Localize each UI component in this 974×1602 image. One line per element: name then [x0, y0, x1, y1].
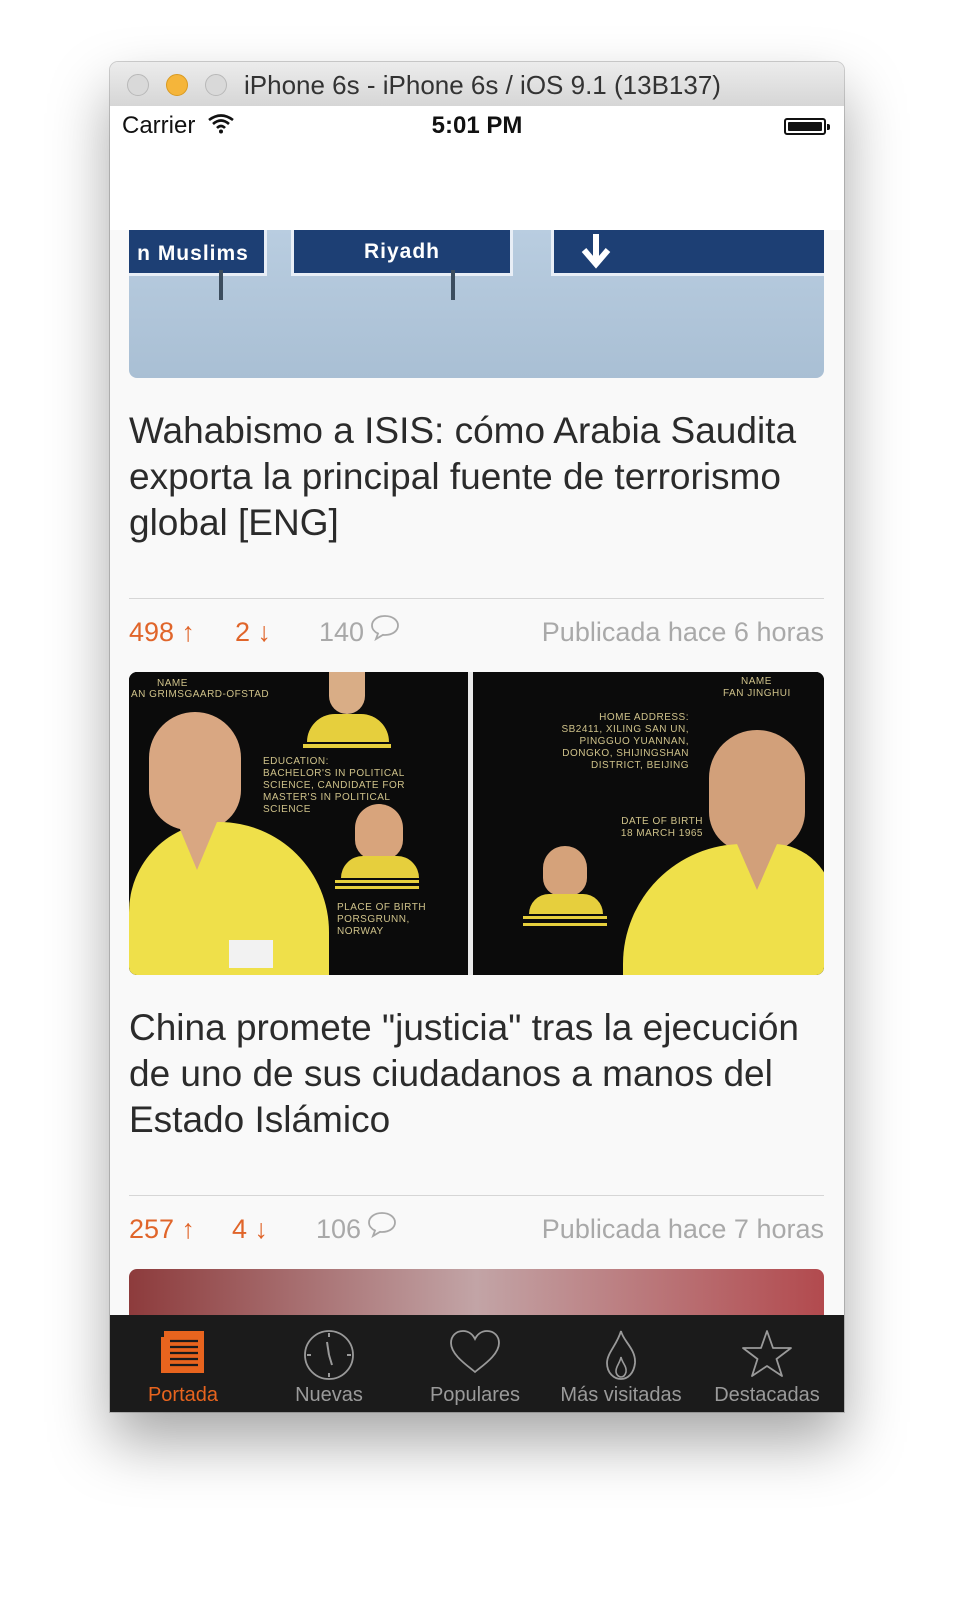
zoom-window-button[interactable]: [205, 74, 227, 96]
tab-label: Destacadas: [714, 1384, 820, 1406]
article-meta: 498 ↑ 2 ↓ 140 Publicada hace 6 horas: [129, 615, 824, 653]
window-title: iPhone 6s - iPhone 6s / iOS 9.1 (13B137): [244, 70, 721, 100]
left-photo-panel: NAME AN GRIMSGAARD-OFSTAD EDUCATION: BAC…: [129, 672, 468, 975]
comment-count[interactable]: 106: [316, 1214, 361, 1245]
navigation-bar: [110, 148, 844, 230]
divider: [129, 598, 824, 599]
tab-populares[interactable]: Populares: [402, 1315, 548, 1412]
status-time: 5:01 PM: [431, 112, 523, 139]
downvote-count[interactable]: 2 ↓: [235, 617, 271, 648]
upvote-count[interactable]: 257 ↑: [129, 1214, 195, 1245]
heart-icon: [450, 1330, 500, 1374]
arrow-down-icon: [581, 234, 611, 269]
close-window-button[interactable]: [127, 74, 149, 96]
tab-label: Nuevas: [295, 1384, 363, 1406]
published-time: Publicada hace 6 horas: [541, 617, 824, 647]
comment-bubble-icon: [368, 1212, 396, 1238]
person-portrait: [709, 730, 805, 852]
published-time: Publicada hace 7 horas: [541, 1214, 824, 1244]
upvote-count[interactable]: 498 ↑: [129, 617, 195, 648]
clock-icon: [304, 1330, 354, 1380]
downvote-count[interactable]: 4 ↓: [232, 1214, 268, 1245]
comment-count[interactable]: 140: [319, 617, 364, 648]
tab-label: Más visitadas: [560, 1384, 682, 1406]
person-portrait: [149, 712, 241, 830]
newspaper-icon: [161, 1331, 204, 1373]
article-title[interactable]: China promete "justicia" tras la ejecuci…: [129, 1005, 829, 1143]
tab-label: Populares: [429, 1384, 521, 1406]
tab-label: Portada: [147, 1384, 219, 1406]
status-bar: Carrier 5:01 PM: [110, 106, 844, 148]
article-image[interactable]: NAME AN GRIMSGAARD-OFSTAD EDUCATION: BAC…: [129, 672, 824, 975]
flame-icon: [606, 1330, 636, 1380]
right-photo-panel: NAME FAN JINGHUI HOME ADDRESS: SB2411, X…: [473, 672, 824, 975]
tab-nuevas[interactable]: Nuevas: [256, 1315, 402, 1412]
road-sign-arrow: [551, 230, 824, 276]
star-icon: [742, 1330, 792, 1377]
tab-bar: Portada Nuevas Populares Más visitadas D…: [110, 1315, 844, 1412]
minimize-window-button[interactable]: [166, 74, 188, 96]
tab-mas-visitadas[interactable]: Más visitadas: [548, 1315, 694, 1412]
road-sign: n Muslims: [129, 230, 267, 276]
battery-icon: [784, 118, 830, 135]
article-title[interactable]: Wahabismo a ISIS: cómo Arabia Saudita ex…: [129, 408, 829, 546]
article-image[interactable]: n Muslims Riyadh: [129, 230, 824, 378]
news-feed[interactable]: n Muslims Riyadh Wahabismo a ISIS: cómo …: [110, 230, 844, 1315]
tab-destacadas[interactable]: Destacadas: [694, 1315, 840, 1412]
article-meta: 257 ↑ 4 ↓ 106 Publicada hace 7 horas: [129, 1212, 824, 1250]
window-titlebar: iPhone 6s - iPhone 6s / iOS 9.1 (13B137): [110, 62, 844, 107]
simulator-window: iPhone 6s - iPhone 6s / iOS 9.1 (13B137)…: [110, 62, 844, 1412]
comment-bubble-icon: [371, 615, 399, 641]
article-image[interactable]: [129, 1269, 824, 1315]
road-sign: Riyadh: [291, 230, 513, 276]
divider: [129, 1195, 824, 1196]
tab-portada[interactable]: Portada: [110, 1315, 256, 1412]
